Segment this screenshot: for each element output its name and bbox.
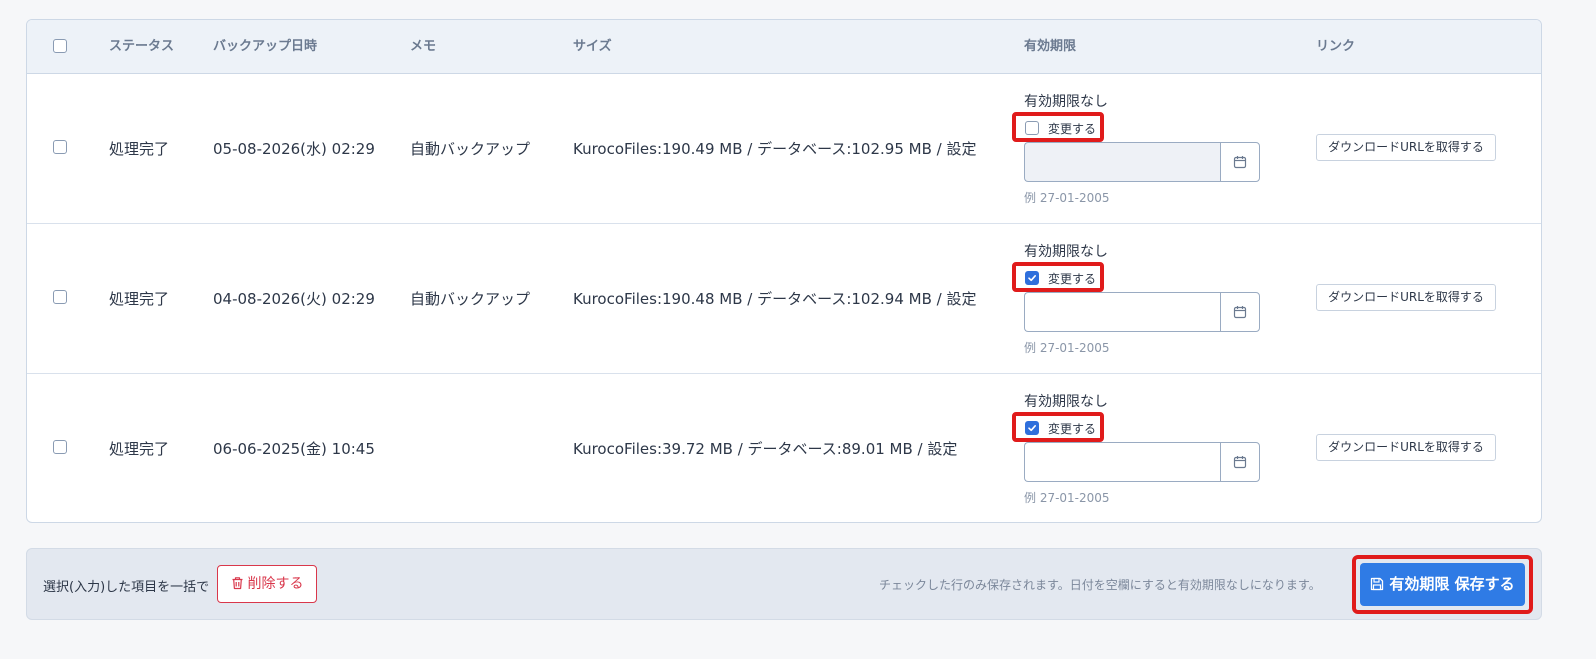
- date-format-hint: 例 27-01-2005: [1024, 191, 1110, 205]
- save-expiry-button[interactable]: 有効期限 保存する: [1360, 563, 1525, 606]
- save-button-label: 有効期限 保存する: [1389, 575, 1515, 593]
- expiry-date-picker: [1024, 442, 1260, 482]
- table-row: 処理完了 06-06-2025(金) 10:45 KurocoFiles:39.…: [27, 374, 1541, 522]
- calendar-icon: [1233, 156, 1247, 169]
- change-expiry-label: 変更する: [1048, 272, 1097, 286]
- check-icon: [1028, 425, 1036, 432]
- expiry-date-picker: [1024, 292, 1260, 332]
- change-expiry-label: 変更する: [1048, 422, 1097, 436]
- row-select-checkbox[interactable]: [53, 440, 67, 454]
- table-header: ステータス バックアップ日時 メモ サイズ 有効期限 リンク: [27, 20, 1541, 74]
- memo-text: 自動バックアップ: [410, 290, 531, 308]
- backup-datetime: 05-08-2026(水) 02:29: [213, 140, 375, 158]
- size-text: KurocoFiles:39.72 MB / データベース:89.01 MB /…: [573, 440, 958, 458]
- row-select-checkbox[interactable]: [53, 290, 67, 304]
- status-text: 処理完了: [109, 440, 170, 458]
- status-text: 処理完了: [109, 290, 170, 308]
- select-all-checkbox[interactable]: [53, 39, 67, 53]
- header-backup-datetime: バックアップ日時: [213, 39, 318, 54]
- header-link: リンク: [1316, 39, 1356, 54]
- expiry-date-input[interactable]: [1024, 292, 1221, 332]
- header-size: サイズ: [573, 39, 612, 54]
- memo-text: 自動バックアップ: [410, 140, 531, 158]
- header-memo: メモ: [410, 39, 437, 54]
- delete-button-label: 削除する: [247, 576, 304, 592]
- calendar-button[interactable]: [1220, 142, 1260, 182]
- expiry-status: 有効期限なし: [1024, 94, 1108, 110]
- expiry-status: 有効期限なし: [1024, 394, 1108, 410]
- expiry-status: 有効期限なし: [1024, 244, 1108, 260]
- expiry-date-input[interactable]: [1024, 442, 1221, 482]
- backup-datetime: 04-08-2026(火) 02:29: [213, 290, 375, 308]
- table-row: 処理完了 05-08-2026(水) 02:29 自動バックアップ Kuroco…: [27, 74, 1541, 224]
- calendar-icon: [1233, 306, 1247, 319]
- row-select-checkbox[interactable]: [53, 140, 67, 154]
- backup-datetime: 06-06-2025(金) 10:45: [213, 440, 375, 458]
- header-expiry: 有効期限: [1024, 39, 1077, 54]
- save-icon: [1371, 577, 1384, 591]
- save-button-highlight: 有効期限 保存する: [1352, 555, 1533, 614]
- size-text: KurocoFiles:190.48 MB / データベース:102.94 MB…: [573, 290, 977, 308]
- check-icon: [1028, 275, 1036, 282]
- change-expiry-label: 変更する: [1048, 122, 1097, 136]
- change-expiry-checkbox[interactable]: [1025, 271, 1039, 285]
- expiry-date-input[interactable]: [1024, 142, 1221, 182]
- size-text: KurocoFiles:190.49 MB / データベース:102.95 MB…: [573, 140, 977, 158]
- change-expiry-checkbox[interactable]: [1025, 421, 1039, 435]
- calendar-button[interactable]: [1220, 442, 1260, 482]
- date-format-hint: 例 27-01-2005: [1024, 341, 1110, 355]
- backup-table: ステータス バックアップ日時 メモ サイズ 有効期限 リンク 処理完了 05-0…: [26, 19, 1542, 523]
- expiry-date-picker: [1024, 142, 1260, 182]
- change-expiry-toggle[interactable]: 変更する: [1012, 262, 1104, 292]
- trash-icon: [232, 577, 242, 590]
- get-download-url-button[interactable]: ダウンロードURLを取得する: [1316, 284, 1496, 311]
- table-row: 処理完了 04-08-2026(火) 02:29 自動バックアップ Kuroco…: [27, 224, 1541, 374]
- calendar-icon: [1233, 456, 1247, 469]
- date-format-hint: 例 27-01-2005: [1024, 491, 1110, 505]
- status-text: 処理完了: [109, 140, 170, 158]
- get-download-url-button[interactable]: ダウンロードURLを取得する: [1316, 134, 1496, 161]
- save-note: チェックした行のみ保存されます。日付を空欄にすると有効期限なしになります。: [879, 578, 1321, 592]
- change-expiry-toggle[interactable]: 変更する: [1012, 412, 1104, 442]
- get-download-url-button[interactable]: ダウンロードURLを取得する: [1316, 434, 1496, 461]
- calendar-button[interactable]: [1220, 292, 1260, 332]
- bulk-action-bar: 選択(入力)した項目を一括で 削除する チェックした行のみ保存されます。日付を空…: [26, 548, 1542, 620]
- delete-button[interactable]: 削除する: [217, 565, 317, 603]
- header-status: ステータス: [109, 39, 175, 54]
- change-expiry-checkbox[interactable]: [1025, 121, 1039, 135]
- bulk-action-label: 選択(入力)した項目を一括で: [43, 580, 210, 595]
- change-expiry-toggle[interactable]: 変更する: [1012, 112, 1104, 142]
